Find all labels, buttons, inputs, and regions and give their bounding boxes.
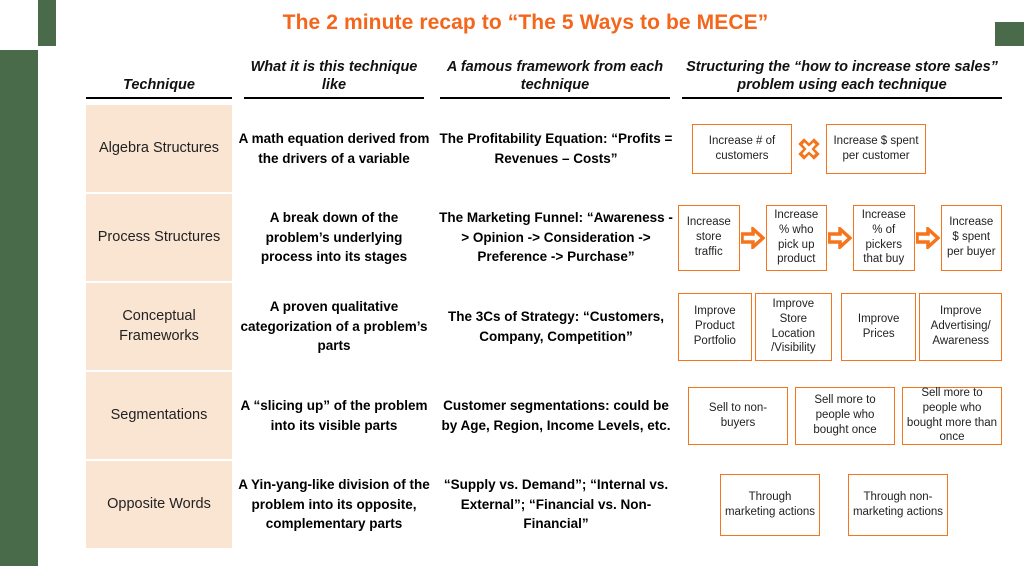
framework-label: “Supply vs. Demand”; “Internal vs. Exter… bbox=[443, 477, 669, 532]
diagram-flow: Increase # of customers Increase $ spent… bbox=[678, 123, 1002, 174]
column-header-what-it-is-label: What it is this technique like bbox=[250, 59, 418, 93]
technique-label: Algebra Structures bbox=[98, 139, 220, 156]
diagram-box[interactable]: Through non-marketing actions bbox=[848, 473, 948, 536]
diagram-box[interactable]: Increase % of pickers that buy bbox=[853, 204, 915, 271]
diagram-box[interactable]: Improve Advertising/ Awareness bbox=[919, 292, 1002, 361]
framework-cell: “Supply vs. Demand”; “Internal vs. Exter… bbox=[438, 461, 674, 548]
diagram-box[interactable]: Increase # of customers bbox=[692, 123, 792, 174]
page-plate-top-right bbox=[995, 0, 1024, 22]
diagram-cell: Increase # of customers Increase $ spent… bbox=[678, 105, 1002, 192]
technique-label: Opposite Words bbox=[107, 495, 211, 512]
column-header-structuring-label: Structuring the “how to increase store s… bbox=[686, 59, 998, 93]
what-it-is-cell: A proven qualitative categorization of a… bbox=[238, 283, 430, 370]
column-header-what-it-is: What it is this technique like bbox=[244, 49, 424, 99]
diagram-flow: Sell to non-buyers Sell more to people w… bbox=[678, 386, 1002, 445]
framework-cell: The Marketing Funnel: “Awareness -> Opin… bbox=[438, 194, 674, 281]
page-plate-top-left bbox=[0, 0, 38, 50]
framework-label: The Marketing Funnel: “Awareness -> Opin… bbox=[439, 210, 673, 265]
diagram-box[interactable]: Increase $ spent per customer bbox=[826, 123, 926, 174]
diagram-flow: Improve Product Portfolio Improve Store … bbox=[678, 292, 1002, 361]
table-row: Conceptual Frameworks bbox=[86, 283, 232, 370]
framework-label: The 3Cs of Strategy: “Customers, Company… bbox=[447, 308, 665, 344]
column-header-framework-label: A famous framework from each technique bbox=[446, 59, 664, 93]
x-multiply-icon bbox=[792, 132, 826, 166]
diagram-cell: Increase store traffic Increase % who pi… bbox=[678, 194, 1002, 281]
what-it-is-cell: A Yin-yang-like division of the problem … bbox=[238, 461, 430, 548]
table-row: Segmentations bbox=[86, 372, 232, 459]
table-row: Algebra Structures bbox=[86, 105, 232, 192]
diagram-box[interactable]: Improve Store Location /Visibility bbox=[754, 292, 832, 361]
technique-label: Conceptual Frameworks bbox=[119, 307, 199, 344]
arrow-right-icon bbox=[827, 225, 853, 251]
arrow-right-icon bbox=[740, 225, 766, 251]
diagram-box[interactable]: Improve Prices bbox=[840, 292, 917, 361]
diagram-cell: Through marketing actions Through non-ma… bbox=[678, 461, 1002, 548]
column-header-structuring: Structuring the “how to increase store s… bbox=[682, 49, 1002, 99]
diagram-box[interactable]: Sell to non-buyers bbox=[688, 386, 788, 445]
mece-table: Technique What it is this technique like… bbox=[86, 49, 1002, 548]
column-header-technique: Technique bbox=[86, 54, 232, 99]
framework-label: Customer segmentations: could be by Age,… bbox=[441, 397, 671, 433]
column-header-framework: A famous framework from each technique bbox=[440, 49, 670, 99]
what-it-is-label: A Yin-yang-like division of the problem … bbox=[238, 477, 430, 532]
what-it-is-label: A “slicing up” of the problem into its v… bbox=[240, 397, 428, 433]
technique-label: Segmentations bbox=[110, 406, 208, 423]
what-it-is-cell: A break down of the problem’s underlying… bbox=[238, 194, 430, 281]
diagram-box[interactable]: Improve Product Portfolio bbox=[678, 292, 752, 361]
diagram-flow: Through marketing actions Through non-ma… bbox=[678, 473, 1002, 536]
technique-label: Process Structures bbox=[97, 228, 221, 245]
diagram-cell: Sell to non-buyers Sell more to people w… bbox=[678, 372, 1002, 459]
slide-title-bar: The 2 minute recap to “The 5 Ways to be … bbox=[56, 4, 995, 42]
page-title: The 2 minute recap to “The 5 Ways to be … bbox=[282, 11, 769, 34]
arrow-right-icon bbox=[915, 225, 941, 251]
framework-cell: Customer segmentations: could be by Age,… bbox=[438, 372, 674, 459]
diagram-box[interactable]: Sell more to people who bought once bbox=[795, 386, 895, 445]
diagram-box[interactable]: Sell more to people who bought more than… bbox=[902, 386, 1002, 445]
what-it-is-label: A math equation derived from the drivers… bbox=[238, 130, 430, 166]
framework-cell: The Profitability Equation: “Profits = R… bbox=[438, 105, 674, 192]
column-header-technique-label: Technique bbox=[123, 76, 195, 93]
what-it-is-cell: A math equation derived from the drivers… bbox=[238, 105, 430, 192]
diagram-cell: Improve Product Portfolio Improve Store … bbox=[678, 283, 1002, 370]
table-row: Process Structures bbox=[86, 194, 232, 281]
framework-cell: The 3Cs of Strategy: “Customers, Company… bbox=[438, 283, 674, 370]
table-row: Opposite Words bbox=[86, 461, 232, 548]
diagram-box[interactable]: Through marketing actions bbox=[720, 473, 820, 536]
what-it-is-label: A break down of the problem’s underlying… bbox=[260, 210, 408, 265]
framework-label: The Profitability Equation: “Profits = R… bbox=[439, 130, 673, 166]
diagram-box[interactable]: Increase % who pick up product bbox=[765, 204, 827, 271]
diagram-flow: Increase store traffic Increase % who pi… bbox=[678, 204, 1002, 271]
diagram-box[interactable]: Increase $ spent per buyer bbox=[940, 204, 1002, 271]
diagram-box[interactable]: Increase store traffic bbox=[678, 204, 740, 271]
what-it-is-cell: A “slicing up” of the problem into its v… bbox=[238, 372, 430, 459]
what-it-is-label: A proven qualitative categorization of a… bbox=[240, 299, 428, 354]
